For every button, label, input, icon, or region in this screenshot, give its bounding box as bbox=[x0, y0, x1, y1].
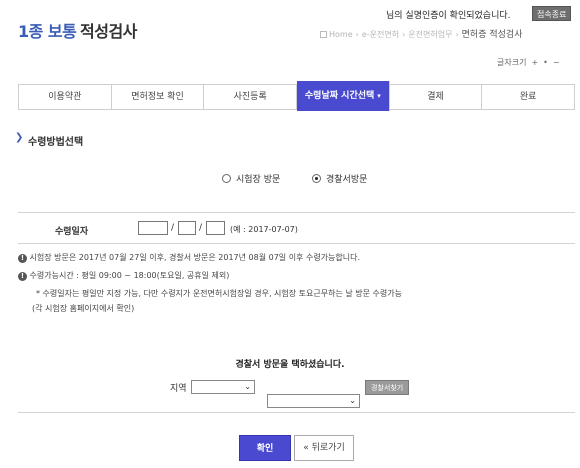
step-complete[interactable]: 완료 bbox=[482, 85, 574, 109]
radio-test-center-label: 시험장 방문 bbox=[236, 175, 281, 185]
step-navigation: 이용약관 면허정보 확인 사진등록 수령날짜 시간선택 ▾ 결제 완료 bbox=[18, 81, 575, 111]
info-icon: ! bbox=[18, 272, 27, 281]
breadcrumb-license-work[interactable]: 운전면허업무 bbox=[408, 30, 452, 39]
region-select[interactable]: ⌄ bbox=[191, 380, 255, 394]
step-date-time-label: 수령날짜 시간선택 bbox=[304, 91, 375, 101]
breadcrumb-current: 면허증 적성검사 bbox=[461, 30, 523, 40]
radio-police-station-label: 경찰서방문 bbox=[326, 175, 368, 185]
step-license-info[interactable]: 면허정보 확인 bbox=[112, 85, 205, 109]
section-title: 수령방법선택 bbox=[28, 137, 84, 148]
home-icon[interactable] bbox=[320, 31, 327, 38]
step-payment[interactable]: 결제 bbox=[390, 85, 483, 109]
date-slash: / bbox=[199, 223, 203, 233]
breadcrumb-home[interactable]: Home bbox=[329, 30, 353, 39]
info-note-1: ! 시험장 방문은 2017년 07월 27일 이후, 경찰서 방문은 2017… bbox=[18, 252, 360, 263]
step-terms[interactable]: 이용약관 bbox=[19, 85, 112, 109]
divider bbox=[18, 212, 575, 213]
info-note-2: ! 수령가능시간 : 평일 09:00 ~ 18:00(토요일, 공휴일 제외) bbox=[18, 270, 229, 281]
find-police-station-button[interactable]: 경찰서찾기 bbox=[365, 380, 410, 395]
title-prefix: 1종 보통 bbox=[18, 22, 77, 41]
confirm-button[interactable]: 확인 bbox=[239, 435, 291, 461]
date-label: 수령일자 bbox=[55, 227, 89, 237]
font-size-reset-button[interactable]: • bbox=[543, 58, 548, 67]
police-station-select[interactable]: ⌄ bbox=[267, 394, 360, 408]
info-note-2-text: 수령가능시간 : 평일 09:00 ~ 18:00(토요일, 공휴일 제외) bbox=[29, 271, 230, 280]
breadcrumb-e-license[interactable]: e-운전면허 bbox=[362, 30, 399, 39]
radio-selected-icon[interactable] bbox=[312, 174, 321, 183]
info-note-2-sub1: * 수령일자는 평일만 지정 가능, 다만 수령지가 운전면허시험장일 경우, … bbox=[36, 289, 402, 298]
logout-button[interactable]: 접속종료 bbox=[532, 6, 572, 21]
region-label: 지역 bbox=[170, 384, 187, 394]
font-size-minus-button[interactable]: − bbox=[553, 58, 560, 67]
chevron-down-icon: ▾ bbox=[377, 92, 381, 100]
divider bbox=[18, 243, 575, 244]
font-size-label: 글자크기 bbox=[497, 58, 527, 67]
step-photo[interactable]: 사진등록 bbox=[204, 85, 298, 109]
info-note-2-sub2: (각 시험장 홈페이지에서 확인) bbox=[32, 304, 135, 313]
chevron-down-icon: ⌄ bbox=[349, 396, 356, 405]
chevron-down-icon: ⌄ bbox=[244, 382, 251, 391]
section-arrow-icon: ❯ bbox=[15, 132, 24, 143]
date-slash: / bbox=[171, 223, 175, 233]
radio-police-station[interactable]: 경찰서방문 bbox=[312, 172, 367, 185]
radio-test-center[interactable]: 시험장 방문 bbox=[222, 172, 280, 185]
step-date-time[interactable]: 수령날짜 시간선택 ▾ bbox=[297, 81, 390, 111]
font-size-control: 글자크기 + • − bbox=[497, 57, 560, 68]
year-input[interactable] bbox=[138, 221, 168, 235]
auth-message: 님의 실명인증이 확인되었습니다. bbox=[386, 11, 511, 21]
date-example: (예 : 2017-07-07) bbox=[230, 225, 298, 234]
breadcrumb: Home › e-운전면허 › 운전면허업무 › 면허증 적성검사 bbox=[320, 27, 522, 40]
font-size-plus-button[interactable]: + bbox=[531, 58, 538, 67]
info-note-1-text: 시험장 방문은 2017년 07월 27일 이후, 경찰서 방문은 2017년 … bbox=[29, 253, 361, 262]
visit-title: 경찰서 방문을 택하셨습니다. bbox=[235, 360, 345, 370]
info-icon: ! bbox=[18, 254, 27, 263]
month-input[interactable] bbox=[178, 221, 196, 235]
radio-icon[interactable] bbox=[222, 174, 231, 183]
page-title: 적성검사 bbox=[80, 22, 137, 41]
back-button[interactable]: « 뒤로가기 bbox=[294, 435, 354, 461]
day-input[interactable] bbox=[206, 221, 225, 235]
divider bbox=[18, 412, 575, 413]
